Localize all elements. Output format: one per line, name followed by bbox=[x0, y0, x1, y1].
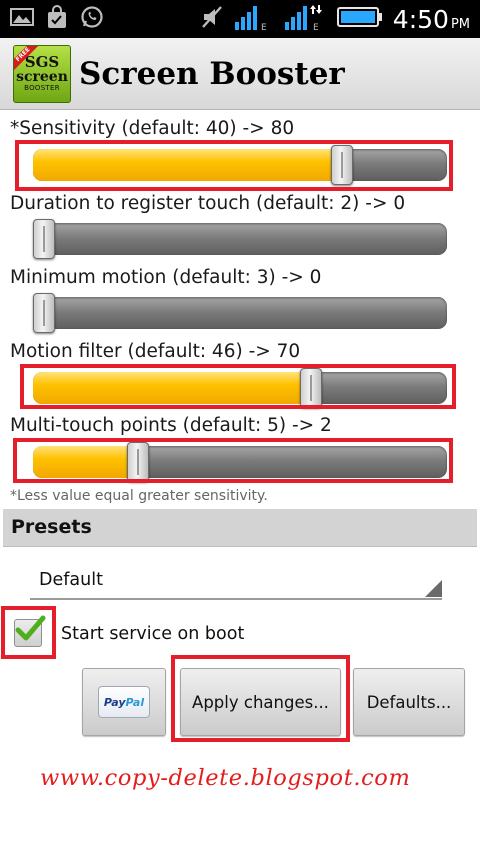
motion-filter-slider-thumb[interactable] bbox=[299, 368, 322, 408]
checkmark-icon bbox=[15, 615, 46, 641]
app-title-bar: FREE SGS screen BOOSTER Screen Booster bbox=[0, 38, 480, 110]
signal-e-data-icon: E bbox=[283, 3, 327, 35]
logo-line-1: SGS bbox=[24, 53, 60, 71]
start-on-boot-checkbox[interactable] bbox=[14, 615, 46, 647]
logo-line-2: screen bbox=[16, 69, 68, 85]
gallery-icon bbox=[10, 7, 34, 31]
apply-changes-button[interactable]: Apply changes... bbox=[180, 668, 341, 736]
motion-filter-slider-fill bbox=[33, 372, 311, 404]
paypal-donate-button[interactable]: Pay Pal bbox=[82, 668, 166, 736]
minimum-motion-label: Minimum motion (default: 3) -> 0 bbox=[10, 267, 322, 288]
duration-slider[interactable] bbox=[33, 219, 447, 259]
blog-watermark: www.copy-delete.blogspot.com bbox=[40, 765, 411, 791]
defaults-button[interactable]: Defaults... bbox=[353, 668, 465, 736]
status-clock: 4:50 PM bbox=[392, 4, 470, 34]
mute-icon bbox=[201, 5, 223, 33]
app-title: Screen Booster bbox=[79, 55, 345, 92]
app-logo: FREE SGS screen BOOSTER bbox=[13, 44, 71, 103]
logo-line-3: BOOSTER bbox=[24, 84, 60, 92]
presets-header: Presets bbox=[3, 509, 477, 547]
minimum-motion-slider[interactable] bbox=[33, 293, 447, 333]
sensitivity-slider[interactable] bbox=[33, 145, 447, 185]
sensitivity-label: *Sensitivity (default: 40) -> 80 bbox=[10, 118, 295, 139]
network-type-label: E bbox=[261, 23, 267, 31]
shopping-bag-icon bbox=[46, 5, 68, 33]
motion-filter-label: Motion filter (default: 46) -> 70 bbox=[10, 341, 301, 362]
start-on-boot-label: Start service on boot bbox=[61, 624, 245, 644]
sensitivity-note: *Less value equal greater sensitivity. bbox=[10, 488, 268, 504]
paypal-logo-icon: Pay Pal bbox=[98, 686, 150, 718]
status-bar: E E 4:50 PM bbox=[0, 0, 480, 38]
network-type-label-2: E bbox=[313, 23, 319, 31]
multi-touch-slider-fill bbox=[33, 446, 139, 478]
multi-touch-slider-thumb[interactable] bbox=[127, 442, 150, 482]
multi-touch-slider[interactable] bbox=[33, 442, 447, 482]
whatsapp-icon bbox=[80, 5, 104, 33]
motion-filter-slider[interactable] bbox=[33, 368, 447, 408]
sensitivity-slider-thumb[interactable] bbox=[330, 145, 353, 185]
duration-label: Duration to register touch (default: 2) … bbox=[10, 193, 406, 214]
sensitivity-slider-fill bbox=[33, 149, 342, 181]
dropdown-arrow-icon bbox=[425, 580, 442, 597]
minimum-motion-slider-thumb[interactable] bbox=[33, 293, 55, 333]
battery-icon bbox=[336, 6, 383, 32]
signal-e-icon: E bbox=[233, 3, 273, 35]
duration-slider-thumb[interactable] bbox=[33, 219, 55, 259]
status-clock-ampm: PM bbox=[450, 16, 470, 32]
preset-dropdown[interactable]: Default bbox=[30, 562, 442, 600]
multi-touch-label: Multi-touch points (default: 5) -> 2 bbox=[10, 415, 332, 436]
preset-selected-value: Default bbox=[39, 570, 103, 590]
